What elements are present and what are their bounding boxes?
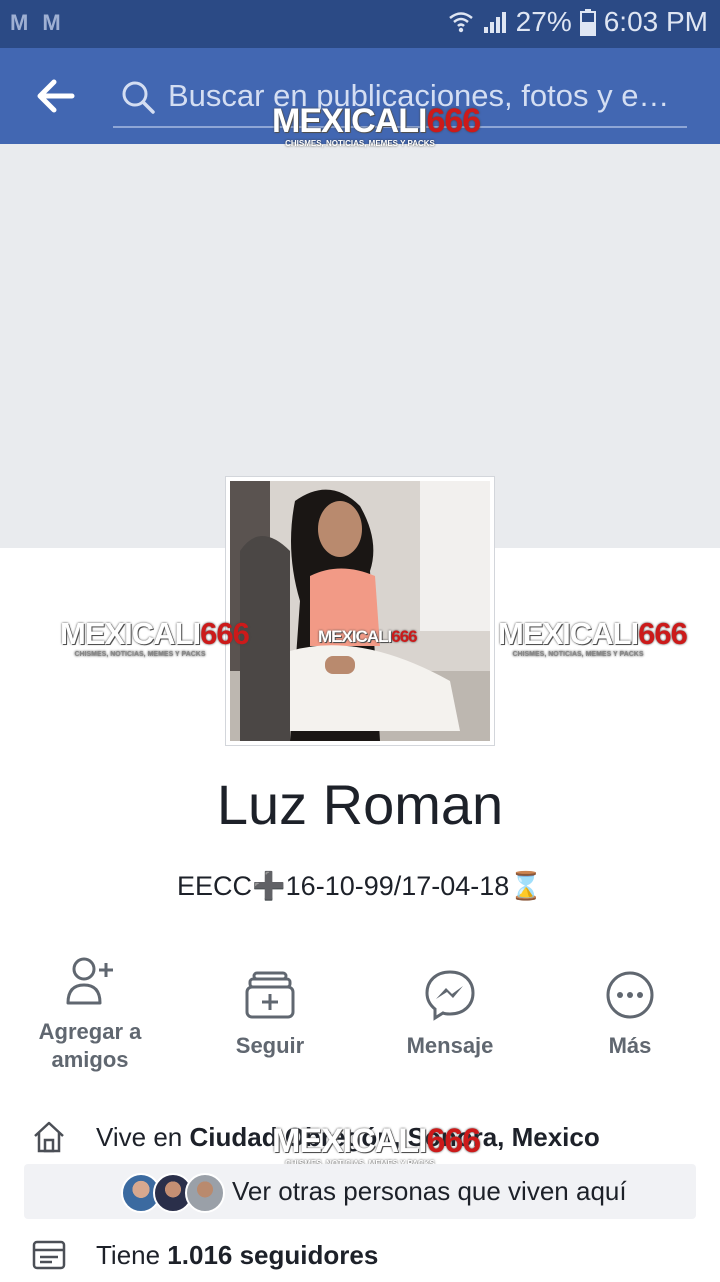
see-others-label: Ver otras personas que viven aquí — [232, 1176, 627, 1206]
profile-name: Luz Roman — [216, 773, 504, 836]
profile-photo — [230, 481, 490, 741]
notification-m-icon: M — [10, 10, 29, 35]
followers-prefix: Tiene — [96, 1240, 168, 1270]
battery-percent: 27% — [515, 6, 572, 37]
back-button[interactable] — [36, 78, 76, 114]
follow-icon — [245, 971, 295, 1019]
follow-button[interactable]: Seguir — [180, 955, 360, 1060]
add-friend-label: Agregar a amigos — [38, 1019, 142, 1072]
messenger-icon — [425, 970, 475, 1021]
home-icon — [34, 1121, 64, 1153]
status-bar: M M 27% 6:03 PM — [0, 0, 720, 48]
followers-count: 1.016 seguidores — [167, 1240, 379, 1270]
clock: 6:03 PM — [603, 6, 708, 37]
followers-row[interactable]: Tiene 1.016 seguidores — [0, 1232, 720, 1282]
profile-picture[interactable] — [225, 476, 495, 746]
signal-icon — [483, 12, 506, 33]
search-icon — [122, 81, 155, 114]
avatar — [185, 1173, 225, 1213]
more-button[interactable]: Más — [540, 955, 720, 1060]
watermark-logo: MEXICALI666 CHISMES, NOTICIAS, MEMES Y P… — [60, 616, 250, 658]
lives-in-prefix: Vive en — [96, 1122, 190, 1152]
watermark-logo: MEXICALI666 — [318, 627, 418, 646]
more-label: Más — [608, 1033, 652, 1058]
add-friend-button[interactable]: Agregar a amigos — [0, 955, 180, 1074]
follow-label: Seguir — [235, 1033, 305, 1058]
notification-m-icon: M — [42, 10, 61, 35]
back-arrow-icon — [37, 79, 75, 113]
followers-icon — [32, 1240, 66, 1270]
more-icon — [606, 971, 654, 1019]
battery-icon — [579, 9, 596, 36]
profile-photo-illustration — [230, 481, 490, 741]
profile-bio: EECC➕16-10-99/17-04-18⌛ — [177, 871, 543, 901]
profile-actions: Agregar a amigos Seguir Mensaje Más — [0, 955, 720, 1075]
watermark-logo: MEXICALI666 CHISMES, NOTICIAS, MEMES Y P… — [498, 616, 688, 658]
message-label: Mensaje — [406, 1033, 494, 1058]
watermark-logo: MEXICALI666 CHISMES, NOTICIAS, MEMES Y P… — [272, 102, 481, 148]
add-friend-icon — [66, 957, 113, 1005]
watermark-logo: MEXICALI666 CHISMES, NOTICIAS, MEMES Y P… — [272, 1122, 481, 1168]
see-others-living-here[interactable]: Ver otras personas que viven aquí — [24, 1164, 696, 1219]
wifi-icon — [448, 12, 473, 33]
avatar-stack — [121, 1173, 225, 1213]
message-button[interactable]: Mensaje — [360, 955, 540, 1060]
